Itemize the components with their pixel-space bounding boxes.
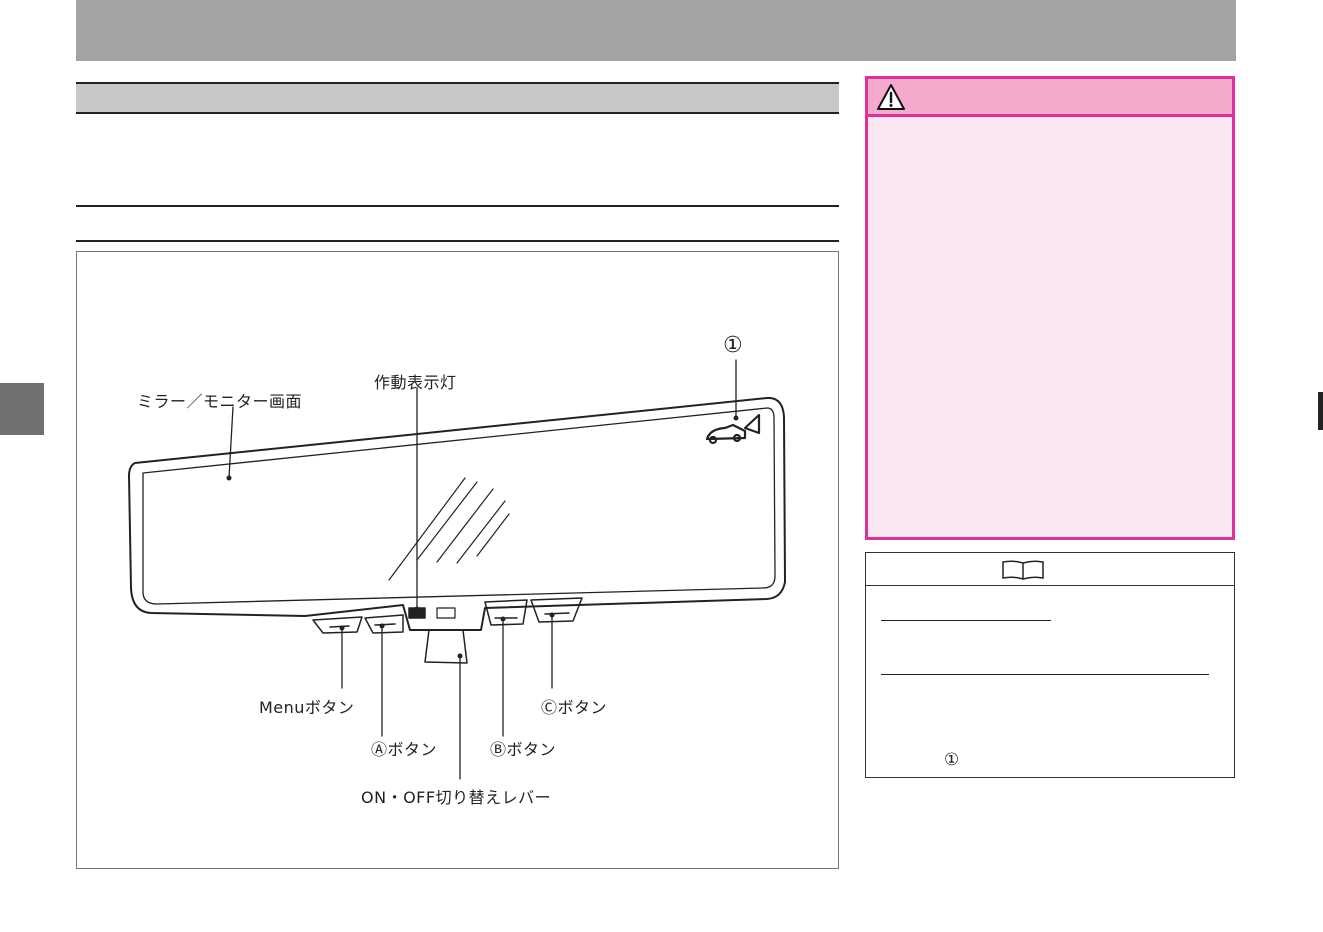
page-edge-marker bbox=[1318, 392, 1323, 430]
label-callout-1: ① bbox=[723, 333, 744, 358]
leader-mirror-screen bbox=[228, 406, 234, 479]
chapter-header-band bbox=[76, 0, 1236, 61]
note-underline-2 bbox=[881, 674, 1209, 675]
glare-lines bbox=[388, 477, 510, 581]
warning-box bbox=[865, 76, 1235, 540]
menu-button-shape bbox=[312, 616, 363, 634]
subsection-rule-bottom bbox=[76, 240, 839, 242]
label-mirror-screen: ミラー／モニター画面 bbox=[137, 392, 303, 411]
b-button-shape bbox=[484, 599, 528, 626]
label-c-button: Ⓒボタン bbox=[541, 698, 608, 717]
subsection-rule-top bbox=[76, 205, 839, 207]
note-box: ① bbox=[865, 552, 1235, 778]
section-title-bar bbox=[76, 82, 839, 114]
chapter-side-tab bbox=[0, 383, 44, 435]
c-button-shape bbox=[530, 597, 583, 623]
warning-triangle-icon bbox=[877, 84, 905, 110]
mirror-body-outline bbox=[128, 397, 786, 631]
section-body-text bbox=[76, 118, 839, 204]
label-on-off-lever: ON・OFF切り替えレバー bbox=[361, 788, 552, 807]
book-icon bbox=[1002, 560, 1044, 580]
rear-car-camera-icon bbox=[705, 413, 761, 445]
label-a-button: Ⓐボタン bbox=[371, 740, 438, 759]
warning-header bbox=[868, 79, 1232, 117]
mirror-diagram-figure: ミラー／モニター画面 作動表示灯 ① Menuボタン Ⓐボタン Ⓑボタン Ⓒボタ… bbox=[76, 251, 839, 869]
note-underline-1 bbox=[881, 620, 1051, 621]
note-header bbox=[866, 553, 1234, 586]
label-b-button: Ⓑボタン bbox=[490, 740, 557, 759]
label-indicator-lamp: 作動表示灯 bbox=[374, 373, 457, 392]
label-menu-button: Menuボタン bbox=[259, 698, 355, 717]
note-callout-marker: ① bbox=[944, 750, 960, 770]
